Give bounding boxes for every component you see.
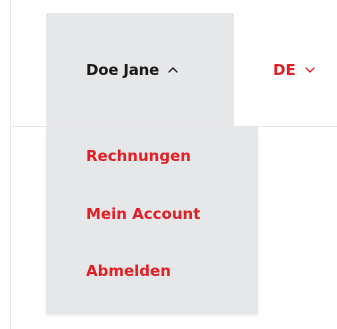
user-dropdown-menu: Rechnungen Mein Account Abmelden [46, 127, 258, 314]
chevron-up-icon [167, 64, 179, 76]
left-divider [10, 0, 11, 329]
chevron-down-icon [304, 64, 316, 76]
language-selector[interactable]: DE [260, 13, 337, 127]
menu-item-mein-account[interactable]: Mein Account [86, 205, 200, 223]
language-label: DE [273, 61, 296, 79]
menu-item-abmelden[interactable]: Abmelden [86, 262, 171, 280]
user-name-label: Doe Jane [86, 61, 160, 79]
user-menu-toggle[interactable]: Doe Jane [46, 13, 234, 127]
menu-item-rechnungen[interactable]: Rechnungen [86, 147, 191, 165]
